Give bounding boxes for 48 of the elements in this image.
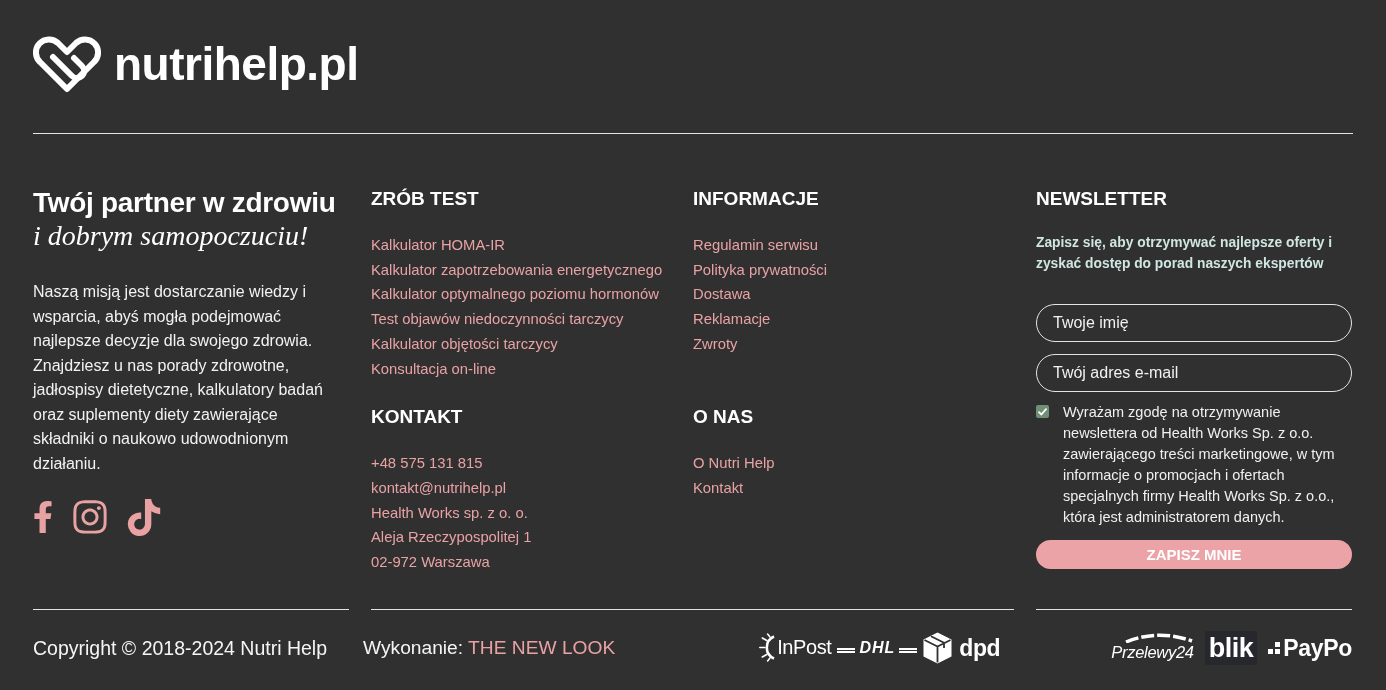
footer-link[interactable]: Polityka prywatności bbox=[693, 257, 828, 283]
paypo-logo: PayPo bbox=[1283, 634, 1352, 661]
credit-label: Wykonanie: bbox=[363, 635, 464, 660]
column-heading: KONTAKT bbox=[371, 405, 464, 430]
footer-link[interactable]: O Nutri Help bbox=[693, 451, 775, 476]
about-title: Twój partner w zdrowiu bbox=[33, 187, 337, 219]
heart-logo-icon bbox=[33, 35, 101, 93]
footer-link[interactable]: 02-972 Warszawa bbox=[371, 550, 490, 575]
footer-link[interactable]: Reklamacje bbox=[693, 307, 771, 332]
check-icon bbox=[1038, 407, 1047, 416]
about-paragraph: Naszą misją jest dostarczanie wiedzy i wsparcia, abyś mogła podejmować najlepsze decyzje dla swojego zdrowia. Znajdziesz u nas porady zdrowotne, jadłospisy dietetyczne, kalkulatory badań oraz suplementy diety zawierające składniki o naukowo udowodnionym działaniu. bbox=[33, 282, 324, 474]
facebook-icon[interactable] bbox=[33, 499, 53, 535]
sun-moon-icon bbox=[758, 633, 777, 663]
footer-link[interactable]: Regulamin serwisu bbox=[693, 233, 818, 258]
text-input-field[interactable]: Twój adres e-mail bbox=[1036, 354, 1352, 392]
footer-link[interactable]: Health Works sp. z o. o. bbox=[371, 500, 528, 526]
footer-link[interactable]: Kontakt bbox=[693, 475, 744, 501]
swoosh-icon bbox=[1123, 633, 1194, 644]
instagram-icon[interactable] bbox=[71, 498, 109, 536]
agency-link[interactable]: THE NEW LOOK bbox=[468, 635, 616, 660]
column-heading: NEWSLETTER bbox=[1036, 187, 1168, 211]
column-heading: INFORMACJE bbox=[693, 187, 820, 211]
footer-link[interactable]: Kalkulator objętości tarczycy bbox=[371, 331, 558, 357]
copyright-text: Copyright © 2018-2024 Nutri Help bbox=[33, 635, 328, 660]
footer-link[interactable]: kontakt@nutrihelp.pl bbox=[371, 475, 507, 501]
cube-icon bbox=[923, 631, 953, 664]
przelewy24-logo: Przelewy24 bbox=[1111, 643, 1194, 663]
footer-link[interactable]: Kalkulator zapotrzebowania energetycznego bbox=[371, 257, 663, 283]
footer-link[interactable]: Zwroty bbox=[693, 331, 738, 357]
footer-link[interactable]: Test objawów niedoczynności tarczycy bbox=[371, 307, 624, 332]
column-heading: O NAS bbox=[693, 405, 755, 430]
dots-icon bbox=[1268, 641, 1282, 654]
footer-link[interactable]: Aleja Rzeczypospolitej 1 bbox=[371, 525, 532, 551]
consent-text: Wyrażam zgodę na otrzymywanie newslettera od Health Works Sp. z o.o. zawierającego treści marketingowe, w tym informacje o promocjach i ofertach specjalnych firmy Health Works Sp. z o.o., która jest administratorem danych. bbox=[1063, 403, 1336, 527]
dpd-logo: dpd bbox=[959, 634, 1000, 661]
footer-link[interactable]: Kalkulator optymalnego poziomu hormonów bbox=[371, 282, 659, 308]
column-heading: ZRÓB TEST bbox=[371, 187, 480, 211]
consent-checkbox[interactable] bbox=[1036, 405, 1049, 418]
footer-link[interactable]: Dostawa bbox=[693, 282, 751, 308]
about-tagline: i dobrym samopoczuciu! bbox=[33, 219, 310, 253]
inpost-logo: InPost bbox=[777, 636, 832, 660]
newsletter-intro: Zapisz się, aby otrzymywać najlepsze oferty i zyskać dostęp do porad naszych ekspertów bbox=[1036, 234, 1333, 273]
footer-link[interactable]: +48 575 131 815 bbox=[371, 451, 483, 476]
text-input-field[interactable]: Twoje imię bbox=[1036, 304, 1352, 342]
footer-link[interactable]: Konsultacja on-line bbox=[371, 356, 497, 382]
tiktok-icon[interactable] bbox=[127, 498, 161, 536]
blik-logo: blik bbox=[1204, 630, 1258, 665]
footer-link[interactable]: Kalkulator HOMA-IR bbox=[371, 233, 506, 258]
